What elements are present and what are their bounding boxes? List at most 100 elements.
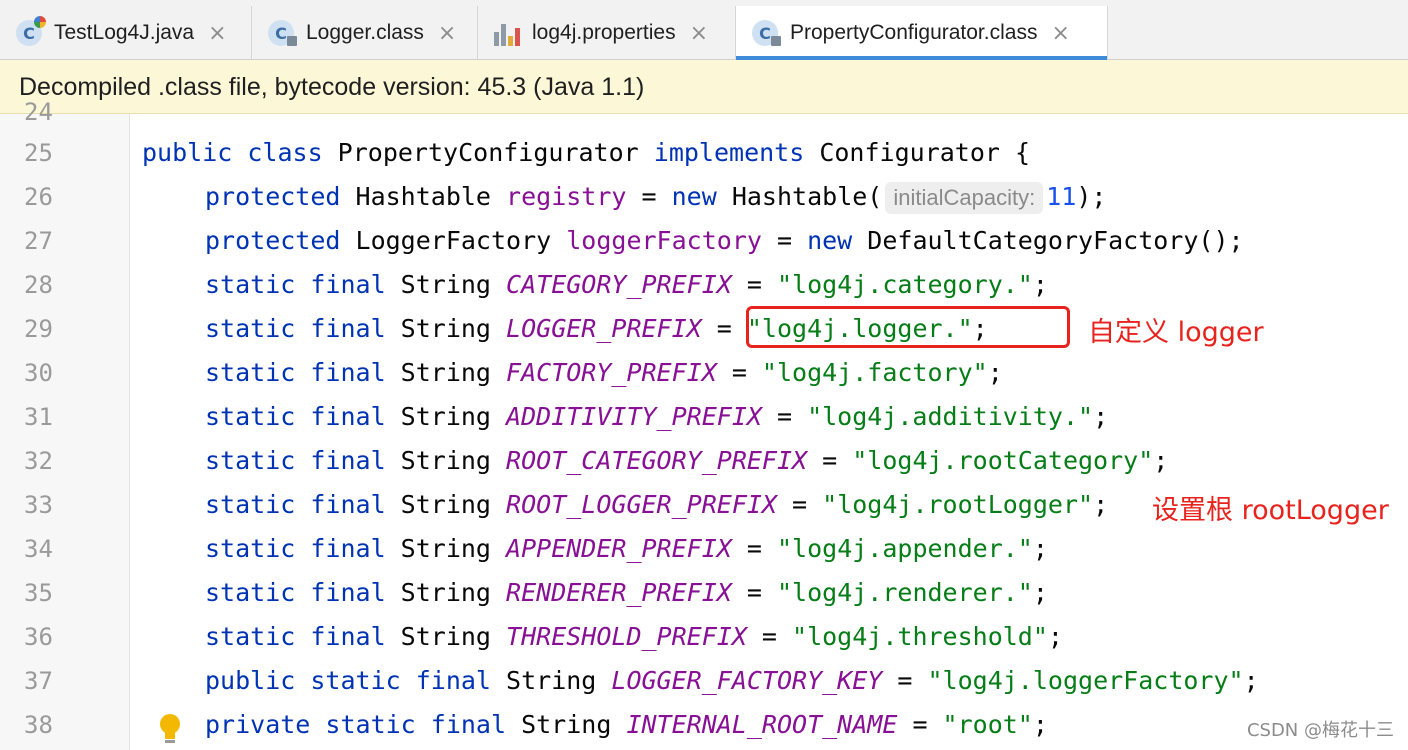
code-token: String xyxy=(385,402,507,431)
code-token: ; xyxy=(1032,270,1048,299)
code-token: = xyxy=(897,710,943,739)
code-token: String xyxy=(385,446,507,475)
code-editor[interactable]: 24 25 26 27 28 29 30 31 32 33 34 35 36 37 38 public c… xyxy=(0,98,1408,750)
code-token: protected xyxy=(205,182,341,211)
code-token: String xyxy=(490,666,612,695)
tab-testlog4j-java[interactable]: C TestLog4J.java × xyxy=(0,6,252,60)
code-line[interactable]: protected Hashtable registry = new Hasht… xyxy=(205,175,1106,219)
code-token: Configurator { xyxy=(804,138,1031,167)
code-token: = xyxy=(761,402,808,431)
editor-tab-bar: C TestLog4J.java × C Logger.class × log4… xyxy=(0,0,1408,60)
line-number: 31 xyxy=(24,403,53,431)
code-token: ; xyxy=(1032,710,1048,739)
code-token: RENDERER_PREFIX xyxy=(506,578,732,607)
highlight-box-logger-prefix xyxy=(746,306,1070,348)
code-token: loggerFactory xyxy=(566,226,762,255)
lightbulb-icon[interactable] xyxy=(158,712,182,746)
code-token: "log4j.threshold" xyxy=(792,622,1048,651)
banner-text: Decompiled .class file, bytecode version… xyxy=(19,73,645,101)
annotation-root-logger: 设置根 rootLogger xyxy=(1152,495,1389,526)
watermark: CSDN @梅花十三 xyxy=(1246,720,1394,741)
code-token: ADDITIVITY_PREFIX xyxy=(506,402,762,431)
code-token: "log4j.loggerFactory" xyxy=(927,666,1244,695)
class-file-icon: C xyxy=(268,20,297,46)
annotation-custom-logger: 自定义 logger xyxy=(1088,317,1264,348)
tab-logger-class[interactable]: C Logger.class × xyxy=(252,6,478,60)
code-token: Hashtable xyxy=(340,182,507,211)
code-token: static final xyxy=(205,402,386,431)
code-line[interactable]: public static final String LOGGER_FACTOR… xyxy=(205,659,1259,703)
code-line[interactable]: public class PropertyConfigurator implem… xyxy=(142,131,1030,175)
close-icon[interactable]: × xyxy=(438,21,456,46)
code-line[interactable]: private static final String INTERNAL_ROO… xyxy=(205,703,1048,747)
tab-propertyconfigurator-class[interactable]: C PropertyConfigurator.class × xyxy=(736,6,1108,60)
line-number: 36 xyxy=(24,623,53,651)
code-token: String xyxy=(385,358,507,387)
code-token: ); xyxy=(1076,182,1107,211)
code-token: static final xyxy=(205,358,386,387)
close-icon[interactable]: × xyxy=(1051,21,1069,46)
class-file-icon: C xyxy=(752,20,781,46)
code-token: ROOT_LOGGER_PREFIX xyxy=(506,490,777,519)
code-token: ; xyxy=(1093,490,1109,519)
code-token: LoggerFactory xyxy=(340,226,567,255)
code-token: Hashtable( xyxy=(716,182,883,211)
code-token: "log4j.additivity." xyxy=(807,402,1094,431)
code-token: THRESHOLD_PREFIX xyxy=(506,622,747,651)
code-token: "log4j.category." xyxy=(776,270,1033,299)
code-token: ROOT_CATEGORY_PREFIX xyxy=(506,446,808,475)
code-token: = xyxy=(731,534,777,563)
line-number: 28 xyxy=(24,271,53,299)
code-line[interactable]: static final String ROOT_LOGGER_PREFIX =… xyxy=(205,483,1108,527)
line-number: 27 xyxy=(24,227,53,255)
tab-label: log4j.properties xyxy=(532,21,676,44)
code-token: static final xyxy=(205,578,386,607)
code-line[interactable]: static final String RENDERER_PREFIX = "l… xyxy=(205,571,1048,615)
code-token: DefaultCategoryFactory(); xyxy=(852,226,1244,255)
code-token: APPENDER_PREFIX xyxy=(506,534,732,563)
tab-label: Logger.class xyxy=(306,21,424,44)
code-token: private static final xyxy=(205,710,507,739)
code-token: static final xyxy=(205,446,386,475)
code-token: LOGGER_FACTORY_KEY xyxy=(611,666,883,695)
code-token: static final xyxy=(205,534,386,563)
code-token: = xyxy=(731,270,777,299)
line-number: 25 xyxy=(24,139,53,167)
close-icon[interactable]: × xyxy=(690,21,708,46)
code-line[interactable]: static final String ROOT_CATEGORY_PREFIX… xyxy=(205,439,1168,483)
code-token: = xyxy=(807,446,853,475)
line-number: 32 xyxy=(24,447,53,475)
code-line[interactable]: static final String APPENDER_PREFIX = "l… xyxy=(205,527,1048,571)
code-token: "log4j.rootCategory" xyxy=(852,446,1154,475)
code-token: ; xyxy=(1243,666,1259,695)
code-line[interactable]: static final String FACTORY_PREFIX = "lo… xyxy=(205,351,1003,395)
code-token: = xyxy=(761,226,808,255)
code-token: ; xyxy=(1032,578,1048,607)
code-token: String xyxy=(385,490,507,519)
code-token: = xyxy=(716,358,762,387)
code-token: = xyxy=(626,182,672,211)
code-token: CATEGORY_PREFIX xyxy=(506,270,732,299)
code-token: protected xyxy=(205,226,341,255)
code-token: String xyxy=(385,270,507,299)
code-token: "root" xyxy=(942,710,1033,739)
code-token: = xyxy=(701,314,747,343)
code-token: String xyxy=(385,578,507,607)
line-number: 37 xyxy=(24,667,53,695)
code-token: static final xyxy=(205,314,386,343)
code-token: ; xyxy=(1032,534,1048,563)
code-token: new xyxy=(671,182,717,211)
tab-log4j-properties[interactable]: log4j.properties × xyxy=(478,6,736,60)
line-number-partial: 24 xyxy=(24,98,53,126)
tab-label: TestLog4J.java xyxy=(54,21,195,44)
code-line[interactable]: static final String CATEGORY_PREFIX = "l… xyxy=(205,263,1048,307)
code-token: static final xyxy=(205,270,386,299)
code-token: new xyxy=(807,226,853,255)
code-line[interactable]: static final String THRESHOLD_PREFIX = "… xyxy=(205,615,1063,659)
code-token: = xyxy=(882,666,928,695)
line-number: 33 xyxy=(24,491,53,519)
code-token: "log4j.rootLogger" xyxy=(822,490,1094,519)
code-line[interactable]: protected LoggerFactory loggerFactory = … xyxy=(205,219,1244,263)
close-icon[interactable]: × xyxy=(208,21,226,46)
code-line[interactable]: static final String ADDITIVITY_PREFIX = … xyxy=(205,395,1108,439)
